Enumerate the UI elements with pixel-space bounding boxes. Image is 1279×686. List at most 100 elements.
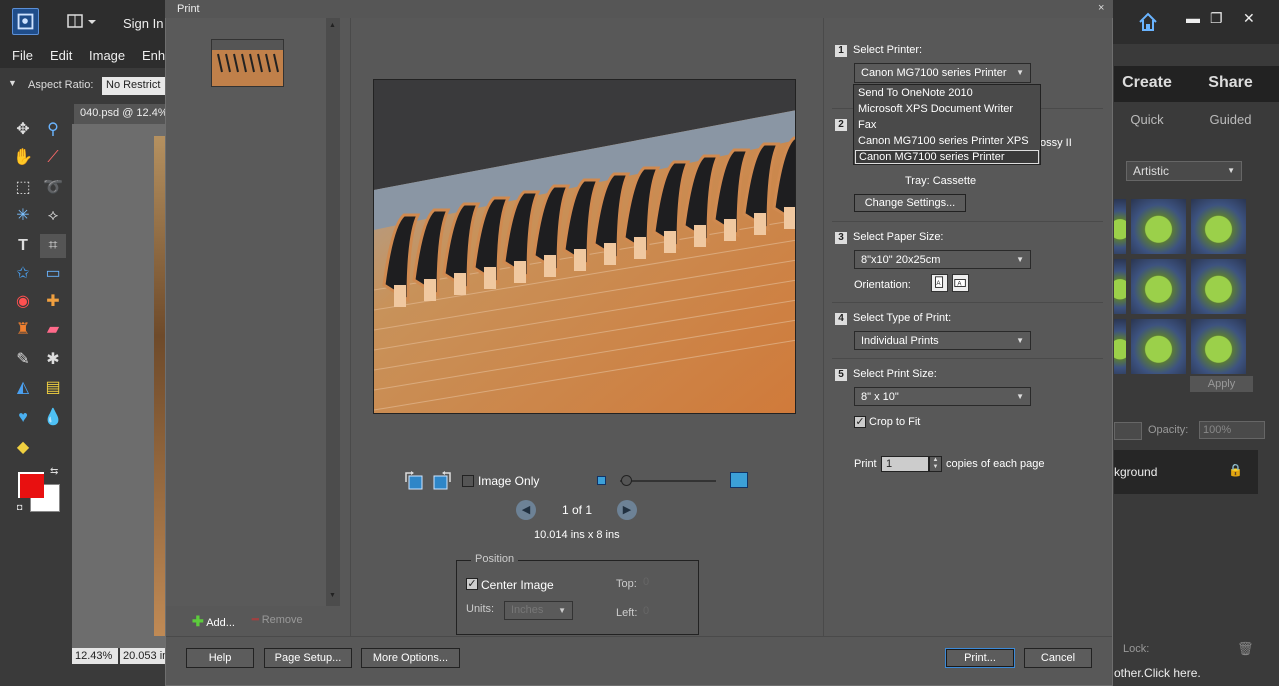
blur-tool-icon[interactable]: 💧 (40, 406, 66, 430)
apply-effect-button[interactable]: Apply (1190, 376, 1253, 392)
paper-size-select[interactable]: 8"x10" 20x25cm ▼ (854, 250, 1031, 269)
brush-tool-icon[interactable]: ✎ (10, 348, 36, 372)
print-button[interactable]: Print... (945, 648, 1015, 668)
type-tool-icon[interactable]: T (10, 234, 36, 258)
zoom-out-icon[interactable] (597, 476, 606, 485)
printer-select[interactable]: Canon MG7100 series Printer ▼ (854, 63, 1031, 83)
effects-category-value: Artistic (1133, 164, 1169, 178)
gradient-tool-icon[interactable]: ▤ (40, 376, 66, 400)
eyedropper-tool-icon[interactable]: ⟋ (40, 146, 66, 170)
help-button[interactable]: Help (186, 648, 254, 668)
tab-quick[interactable]: Quick (1114, 104, 1180, 134)
previous-page-button[interactable]: ◀ (516, 500, 536, 520)
minimize-icon[interactable]: ▬ (1186, 10, 1200, 26)
document-tab[interactable]: 040.psd @ 12.4% (74, 104, 165, 124)
left-field[interactable]: 0 (643, 605, 649, 617)
photo-thumbnail[interactable] (211, 39, 284, 87)
quick-selection-tool-icon[interactable]: ⟡ (40, 204, 66, 228)
effect-thumbnail[interactable] (1131, 259, 1186, 314)
menu-edit[interactable]: Edit (50, 48, 72, 63)
image-only-checkbox[interactable] (462, 475, 474, 487)
rotate-left-icon[interactable] (403, 470, 425, 492)
trash-icon[interactable]: 🗑 (1237, 641, 1254, 657)
toolbox: ✥ ⚲ ✋ ⟋ ⬚ ➰ ✳ ⟡ T ⌗ ✩ ▭ ◉ ✚ ♜ ▰ ✎ ✱ ◭ ▤ … (4, 104, 68, 664)
effect-thumbnail[interactable] (1114, 199, 1126, 254)
printer-option[interactable]: Fax (858, 119, 876, 131)
tab-create[interactable]: Create (1114, 66, 1180, 102)
opacity-field[interactable]: 100% (1199, 421, 1265, 439)
portrait-orientation-icon[interactable]: A (931, 274, 948, 292)
zoom-slider-handle[interactable] (621, 475, 632, 486)
smart-brush-tool-icon[interactable]: ✱ (40, 348, 66, 372)
effects-category-select[interactable]: Artistic ▼ (1126, 161, 1242, 181)
landscape-orientation-icon[interactable]: A (952, 274, 969, 292)
sign-in-link[interactable]: Sign In (123, 16, 163, 31)
zoom-tool-icon[interactable]: ⚲ (40, 118, 66, 142)
scroll-down-icon[interactable]: ▼ (329, 592, 336, 599)
move-tool-icon[interactable]: ✥ (10, 118, 36, 142)
cookie-cutter-tool-icon[interactable]: ✩ (10, 262, 36, 286)
layout-menu-button[interactable] (66, 12, 98, 32)
scroll-up-icon[interactable]: ▲ (329, 22, 336, 29)
more-options-button[interactable]: More Options... (361, 648, 460, 668)
tab-guided[interactable]: Guided (1182, 104, 1279, 134)
add-photo-button[interactable]: ✚ Add... (192, 613, 235, 630)
print-type-select[interactable]: Individual Prints ▼ (854, 331, 1031, 350)
hand-tool-icon[interactable]: ✋ (10, 146, 36, 170)
paint-bucket-tool-icon[interactable]: ◭ (10, 376, 36, 400)
blend-mode-select[interactable] (1114, 422, 1142, 440)
crop-tool-icon[interactable]: ⌗ (40, 234, 66, 258)
units-select[interactable]: Inches ▼ (504, 601, 573, 620)
options-collapse-icon[interactable]: ▼ (8, 78, 17, 88)
magic-wand-tool-icon[interactable]: ✳ (10, 204, 36, 228)
straighten-tool-icon[interactable]: ▭ (40, 262, 66, 286)
copies-input[interactable]: 1 (881, 456, 929, 472)
aspect-ratio-select[interactable]: No Restrict (102, 77, 166, 95)
copies-stepper[interactable]: ▲ ▼ (929, 456, 942, 472)
cancel-button[interactable]: Cancel (1024, 648, 1092, 668)
sponge-tool-icon[interactable]: ◆ (10, 436, 36, 460)
home-icon[interactable] (1136, 10, 1160, 34)
menu-file[interactable]: File (12, 48, 33, 63)
top-field[interactable]: 0 (643, 576, 649, 588)
default-colors-icon[interactable]: ◘ (17, 502, 22, 512)
next-page-button[interactable]: ▶ (617, 500, 637, 520)
printer-option[interactable]: Microsoft XPS Document Writer (858, 103, 1013, 115)
lasso-tool-icon[interactable]: ➰ (40, 176, 66, 200)
restore-icon[interactable]: ❐ (1210, 10, 1223, 27)
status-zoom[interactable]: 12.43% (72, 648, 118, 664)
printer-option-selected[interactable]: Canon MG7100 series Printer (855, 150, 1039, 164)
shape-tool-icon[interactable]: ♥ (10, 406, 36, 430)
bottom-hint-link[interactable]: other.Click here. (1114, 666, 1201, 680)
dialog-close-icon[interactable]: × (1098, 2, 1104, 14)
print-size-select[interactable]: 8" x 10" ▼ (854, 387, 1031, 406)
effect-thumbnail[interactable] (1131, 319, 1186, 374)
change-settings-button[interactable]: Change Settings... (854, 194, 966, 212)
zoom-in-icon[interactable] (730, 472, 748, 488)
crop-to-fit-checkbox[interactable]: ✓ (854, 416, 866, 428)
swap-colors-icon[interactable]: ⇆ (50, 466, 58, 477)
rotate-right-icon[interactable] (431, 470, 453, 492)
effect-thumbnail[interactable] (1191, 319, 1246, 374)
tab-share[interactable]: Share (1182, 66, 1279, 102)
clone-stamp-tool-icon[interactable]: ♜ (10, 318, 36, 342)
menu-enhance[interactable]: Enh (142, 48, 165, 63)
thumbnail-scrollbar[interactable]: ▲ ▼ (326, 18, 340, 606)
effect-thumbnail[interactable] (1114, 259, 1126, 314)
effect-thumbnail[interactable] (1191, 259, 1246, 314)
healing-brush-tool-icon[interactable]: ✚ (40, 290, 66, 314)
red-eye-tool-icon[interactable]: ◉ (10, 290, 36, 314)
printer-option[interactable]: Send To OneNote 2010 (858, 87, 973, 99)
marquee-tool-icon[interactable]: ⬚ (10, 176, 36, 200)
effect-thumbnail[interactable] (1114, 319, 1126, 374)
zoom-slider-track[interactable] (620, 480, 716, 482)
eraser-tool-icon[interactable]: ▰ (40, 318, 66, 342)
effect-thumbnail[interactable] (1131, 199, 1186, 254)
remove-photo-button[interactable]: ━ Remove (252, 613, 303, 626)
center-image-checkbox[interactable]: ✓ (466, 578, 478, 590)
window-close-icon[interactable]: ✕ (1243, 10, 1255, 27)
effect-thumbnail[interactable] (1191, 199, 1246, 254)
printer-option[interactable]: Canon MG7100 series Printer XPS (858, 135, 1029, 147)
page-setup-button[interactable]: Page Setup... (264, 648, 352, 668)
menu-image[interactable]: Image (89, 48, 125, 63)
